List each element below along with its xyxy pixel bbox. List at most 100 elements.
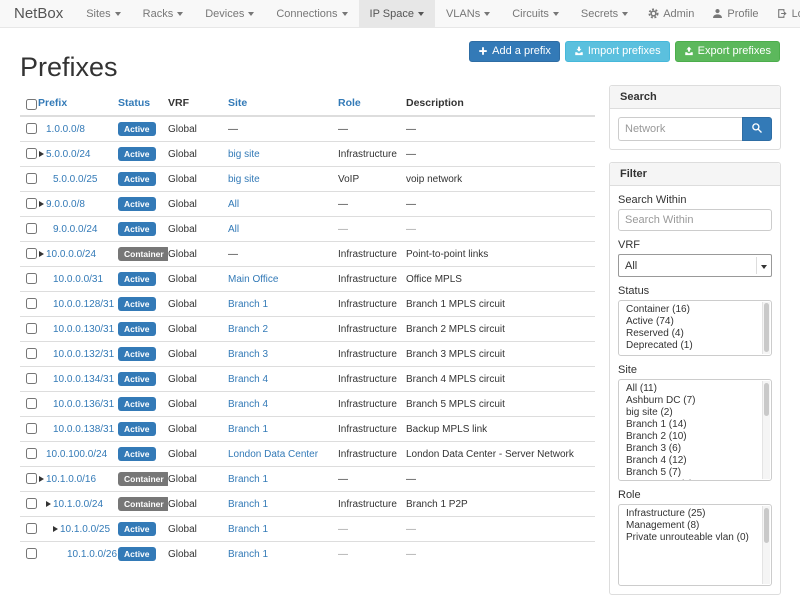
prefix-link[interactable]: 10.0.0.136/31 <box>53 399 114 410</box>
nav-item-ip-space[interactable]: IP Space <box>359 0 435 27</box>
status-listbox[interactable]: Container (16)Active (74)Reserved (4)Dep… <box>618 300 772 356</box>
prefix-link[interactable]: 10.0.0.138/31 <box>53 424 114 435</box>
prefix-link[interactable]: 10.0.0.128/31 <box>53 299 114 310</box>
nav-item-sites[interactable]: Sites <box>75 0 131 27</box>
site-link[interactable]: Branch 3 <box>228 349 268 360</box>
listbox-option[interactable]: Deprecated (1) <box>619 340 762 352</box>
row-checkbox[interactable] <box>26 398 37 409</box>
site-link[interactable]: All <box>228 199 239 210</box>
sort-link-status[interactable]: Status <box>118 97 150 109</box>
site-link[interactable]: big site <box>228 149 260 160</box>
prefix-link[interactable]: 9.0.0.0/24 <box>53 224 97 235</box>
sort-link-prefix[interactable]: Prefix <box>38 97 67 109</box>
listbox-option[interactable]: big site (2) <box>619 407 762 419</box>
search-button[interactable] <box>742 117 772 141</box>
scrollbar-thumb[interactable] <box>764 383 769 416</box>
listbox-option[interactable]: Branch 2 (10) <box>619 431 762 443</box>
sort-link-role[interactable]: Role <box>338 97 361 109</box>
prefix-link[interactable]: 10.0.0.0/31 <box>53 274 103 285</box>
row-checkbox[interactable] <box>26 173 37 184</box>
search-within-input[interactable] <box>618 209 772 231</box>
nav-item-devices[interactable]: Devices <box>194 0 265 27</box>
site-link[interactable]: Branch 4 <box>228 399 268 410</box>
row-checkbox[interactable] <box>26 323 37 334</box>
site-link[interactable]: All <box>228 224 239 235</box>
row-checkbox[interactable] <box>26 548 37 559</box>
prefix-link[interactable]: 10.0.0.130/31 <box>53 324 114 335</box>
prefix-link[interactable]: 10.1.0.0/24 <box>53 499 103 510</box>
listbox-option[interactable]: Infrastructure (25) <box>619 508 762 520</box>
prefix-link[interactable]: 10.0.0.132/31 <box>53 349 114 360</box>
expand-arrow-icon[interactable] <box>39 476 44 482</box>
site-link[interactable]: Branch 1 <box>228 524 268 535</box>
row-checkbox[interactable] <box>26 123 37 134</box>
site-link[interactable]: Branch 1 <box>228 474 268 485</box>
listbox-option[interactable]: Branch 4 (12) <box>619 455 762 467</box>
row-checkbox[interactable] <box>26 348 37 359</box>
site-link[interactable]: Branch 1 <box>228 549 268 560</box>
listbox-option[interactable]: Private unrouteable vlan (0) <box>619 532 762 544</box>
role-listbox[interactable]: Infrastructure (25)Management (8)Private… <box>618 504 772 586</box>
user-item-profile[interactable]: Profile <box>703 0 767 27</box>
expand-arrow-icon[interactable] <box>53 526 58 532</box>
row-checkbox[interactable] <box>26 298 37 309</box>
prefix-link[interactable]: 5.0.0.0/24 <box>46 149 90 160</box>
scrollbar-thumb[interactable] <box>764 508 769 544</box>
sort-link-site[interactable]: Site <box>228 97 247 109</box>
expand-arrow-icon[interactable] <box>39 151 44 157</box>
prefix-link[interactable]: 5.0.0.0/25 <box>53 174 97 185</box>
user-item-log-out[interactable]: Log out <box>768 0 800 27</box>
listbox-option[interactable]: Branch 1 (14) <box>619 419 762 431</box>
row-checkbox[interactable] <box>26 498 37 509</box>
nav-item-secrets[interactable]: Secrets <box>570 0 639 27</box>
row-checkbox[interactable] <box>26 223 37 234</box>
prefix-link[interactable]: 9.0.0.0/8 <box>46 199 85 210</box>
listbox-option[interactable]: All (11) <box>619 383 762 395</box>
site-link[interactable]: Branch 1 <box>228 424 268 435</box>
site-link[interactable]: London Data Center <box>228 449 318 460</box>
scrollbar[interactable] <box>762 506 770 584</box>
listbox-option[interactable]: Container (16) <box>619 304 762 316</box>
scrollbar[interactable] <box>762 302 770 354</box>
listbox-option[interactable]: Reserved (4) <box>619 328 762 340</box>
vrf-select[interactable]: All <box>618 254 772 277</box>
row-checkbox[interactable] <box>26 523 37 534</box>
row-checkbox[interactable] <box>26 373 37 384</box>
scrollbar[interactable] <box>762 381 770 479</box>
listbox-option[interactable]: Management (8) <box>619 520 762 532</box>
listbox-option[interactable]: COLO-1-24 (2) <box>619 479 762 481</box>
prefix-link[interactable]: 10.0.100.0/24 <box>46 449 107 460</box>
brand[interactable]: NetBox <box>14 0 75 27</box>
row-checkbox[interactable] <box>26 273 37 284</box>
listbox-option[interactable]: Active (74) <box>619 316 762 328</box>
prefix-link[interactable]: 1.0.0.0/8 <box>46 124 85 135</box>
nav-item-vlans[interactable]: VLANs <box>435 0 501 27</box>
site-listbox[interactable]: All (11)Ashburn DC (7)big site (2)Branch… <box>618 379 772 481</box>
prefix-link[interactable]: 10.1.0.0/16 <box>46 474 96 485</box>
row-checkbox[interactable] <box>26 198 37 209</box>
site-link[interactable]: Branch 2 <box>228 324 268 335</box>
site-link[interactable]: Branch 1 <box>228 299 268 310</box>
row-checkbox[interactable] <box>26 248 37 259</box>
row-checkbox[interactable] <box>26 473 37 484</box>
row-checkbox[interactable] <box>26 423 37 434</box>
user-item-admin[interactable]: Admin <box>639 0 703 27</box>
nav-item-circuits[interactable]: Circuits <box>501 0 570 27</box>
site-link[interactable]: Branch 1 <box>228 499 268 510</box>
expand-arrow-icon[interactable] <box>39 201 44 207</box>
listbox-option[interactable]: Ashburn DC (7) <box>619 395 762 407</box>
search-input[interactable] <box>618 117 742 141</box>
prefix-link[interactable]: 10.1.0.0/25 <box>60 524 110 535</box>
export-prefixes-button[interactable]: Export prefixes <box>675 41 780 62</box>
select-all-checkbox[interactable] <box>26 99 37 110</box>
listbox-option[interactable]: Branch 5 (7) <box>619 467 762 479</box>
scrollbar-thumb[interactable] <box>764 303 769 352</box>
row-checkbox[interactable] <box>26 448 37 459</box>
expand-arrow-icon[interactable] <box>39 251 44 257</box>
prefix-link[interactable]: 10.1.0.0/26 <box>67 549 117 560</box>
nav-item-connections[interactable]: Connections <box>265 0 358 27</box>
row-checkbox[interactable] <box>26 148 37 159</box>
site-link[interactable]: big site <box>228 174 260 185</box>
listbox-option[interactable]: Branch 3 (6) <box>619 443 762 455</box>
prefix-link[interactable]: 10.0.0.134/31 <box>53 374 114 385</box>
